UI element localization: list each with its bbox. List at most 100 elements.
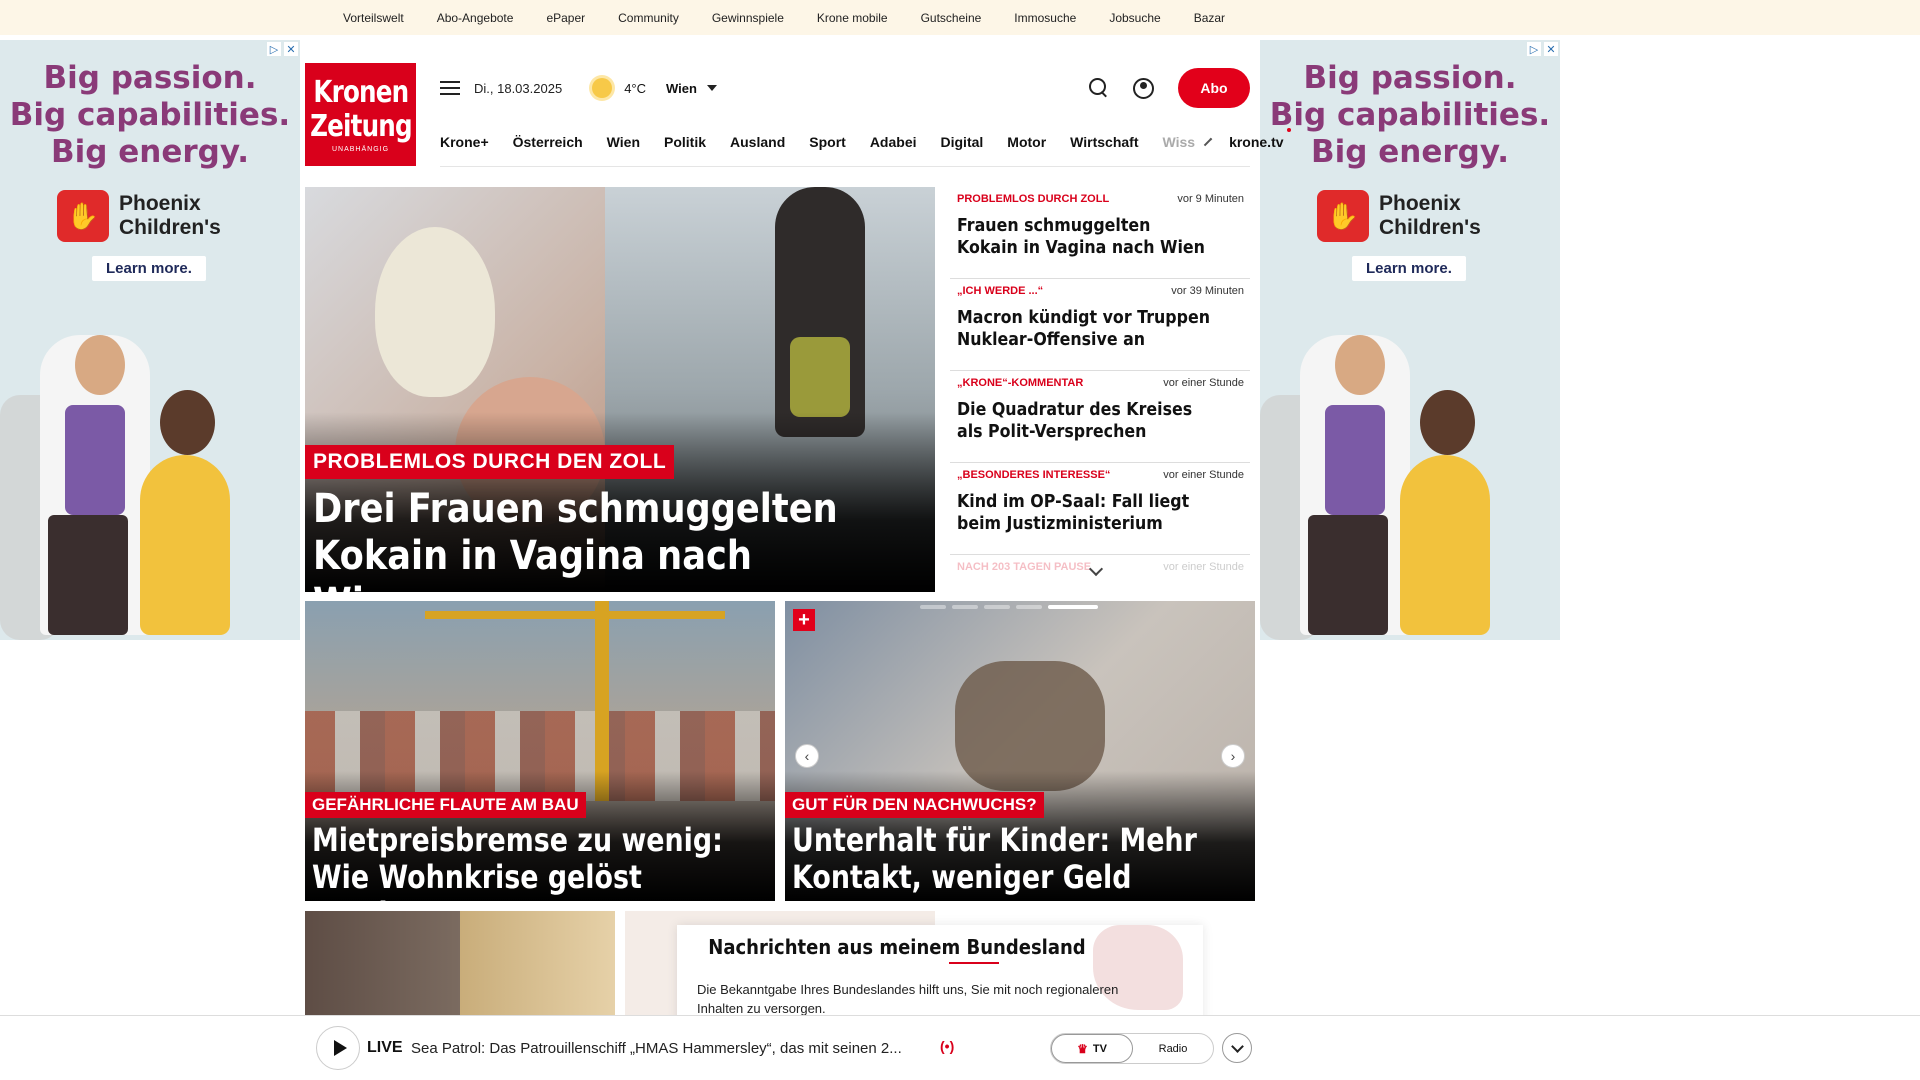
- list-item[interactable]: „BESONDERES INTERESSE“ vor einer Stunde K…: [950, 463, 1250, 555]
- ad-controls: ▷ ✕: [267, 42, 298, 56]
- radio-tab[interactable]: Radio: [1133, 1034, 1213, 1063]
- list-item-time: vor einer Stunde: [1163, 561, 1244, 573]
- ad-learn-more-button[interactable]: Learn more.: [92, 256, 206, 281]
- nav-item-krone-plus[interactable]: Krone+: [440, 134, 489, 150]
- temperature: 4°C: [624, 80, 647, 96]
- hero-kicker: PROBLEMLOS DURCH DEN ZOLL: [305, 445, 675, 479]
- main-navigation: Krone+ Österreich Wien Politik Ausland S…: [440, 117, 1292, 167]
- list-item-title[interactable]: Kind im OP-Saal: Fall liegt beim Justizm…: [957, 491, 1212, 535]
- ad-headline-line: Big energy.: [1311, 134, 1509, 170]
- adchoices-icon[interactable]: ▷: [1527, 42, 1541, 56]
- regional-description: Die Bekanntgabe Ihres Bundeslandes hilft…: [697, 982, 1119, 1016]
- ad-learn-more-button[interactable]: Learn more.: [1352, 256, 1466, 281]
- tile-title[interactable]: Unterhalt für Kinder: Mehr Kontakt, weni…: [792, 822, 1229, 896]
- ad-headline-line: Big energy.: [51, 134, 249, 170]
- ad-photo: [0, 295, 300, 640]
- article-tile[interactable]: GEFÄHRLICHE FLAUTE AM BAU Mietpreisbrems…: [305, 601, 775, 901]
- hero-article[interactable]: PROBLEMLOS DURCH DEN ZOLL Drei Frauen sc…: [305, 187, 935, 592]
- list-item-title[interactable]: Die Quadratur des Kreises als Polit-Vers…: [957, 399, 1212, 443]
- close-icon[interactable]: ✕: [1544, 42, 1558, 56]
- nav-item-wissen[interactable]: Wiss: [1163, 134, 1196, 150]
- adchoices-icon[interactable]: ▷: [267, 42, 281, 56]
- hero-title[interactable]: Drei Frauen schmuggelten Kokain in Vagin…: [313, 486, 850, 592]
- list-item-time: vor einer Stunde: [1163, 377, 1244, 389]
- nav-item-adabei[interactable]: Adabei: [870, 134, 917, 150]
- chevron-down-icon[interactable]: [706, 85, 717, 91]
- ad-headline: Big passion. Big capabilities. Big energ…: [1260, 60, 1560, 171]
- list-item-time: vor 9 Minuten: [1177, 193, 1244, 205]
- ad-controls: ▷ ✕: [1527, 42, 1558, 56]
- current-date: Di., 18.03.2025: [474, 80, 563, 96]
- list-item-title[interactable]: Frauen schmuggelten Kokain in Vagina nac…: [957, 215, 1212, 259]
- nav-item-wirtschaft[interactable]: Wirtschaft: [1070, 134, 1138, 150]
- now-playing-title[interactable]: Sea Patrol: Das Patrouillenschiff „HMAS …: [411, 1040, 931, 1057]
- list-item-time: vor einer Stunde: [1163, 469, 1244, 481]
- nav-item-digital[interactable]: Digital: [941, 134, 984, 150]
- list-item[interactable]: PROBLEMLOS DURCH ZOLL vor 9 Minuten Fraue…: [950, 187, 1250, 279]
- tile-kicker: GEFÄHRLICHE FLAUTE AM BAU: [305, 792, 586, 818]
- list-item-kicker: PROBLEMLOS DURCH ZOLL: [957, 193, 1110, 205]
- carousel-prev-button[interactable]: ‹: [795, 744, 819, 768]
- nav-item-oesterreich[interactable]: Österreich: [513, 134, 583, 150]
- tv-tab-label: TV: [1092, 1042, 1107, 1055]
- tile-kicker: GUT FÜR DEN NACHWUCHS?: [785, 792, 1044, 818]
- play-button[interactable]: [316, 1026, 360, 1070]
- article-carousel[interactable]: + ‹ › GUT FÜR DEN NACHWUCHS? Unterhalt f…: [785, 601, 1255, 901]
- menu-icon[interactable]: [440, 81, 460, 95]
- left-ad-banner[interactable]: ▷ ✕ Big passion. Big capabilities. Big e…: [0, 40, 300, 640]
- abo-button[interactable]: Abo: [1178, 68, 1250, 108]
- list-item-kicker: „KRONE“-KOMMENTAR: [957, 377, 1084, 389]
- list-item-time: vor 39 Minuten: [1171, 285, 1244, 297]
- krone-plus-icon: +: [793, 609, 815, 631]
- tv-tab[interactable]: ♛ TV: [1051, 1034, 1133, 1063]
- utility-link-krone-mobile[interactable]: Krone mobile: [817, 11, 888, 25]
- list-item-kicker: „BESONDERES INTERESSE“: [957, 469, 1111, 481]
- utility-link-community[interactable]: Community: [618, 11, 679, 25]
- crown-icon: ♛: [1077, 1041, 1088, 1056]
- list-item-kicker: NACH 203 TAGEN PAUSE: [957, 561, 1092, 573]
- utility-link-epaper[interactable]: ePaper: [546, 11, 585, 25]
- kronen-zeitung-logo[interactable]: Kronen Zeitung UNABHÄNGIG: [305, 63, 416, 166]
- tile-title[interactable]: Mietpreisbremse zu wenig: Wie Wohnkrise …: [312, 822, 749, 902]
- tv-radio-toggle[interactable]: ♛ TV Radio: [1050, 1033, 1214, 1064]
- regional-title: Nachrichten aus meinem Bundesland: [708, 935, 1086, 959]
- list-item[interactable]: „KRONE“-KOMMENTAR vor einer Stunde Die Qu…: [950, 371, 1250, 463]
- nav-item-krone-tv[interactable]: krone.tv: [1229, 127, 1292, 150]
- nav-item-sport[interactable]: Sport: [809, 134, 846, 150]
- expand-player-button[interactable]: [1222, 1033, 1252, 1063]
- ad-brand-name: Phoenix: [1379, 192, 1461, 215]
- ad-brand: ✋ Phoenix Children's: [1317, 190, 1481, 242]
- user-account-icon[interactable]: [1133, 77, 1154, 99]
- utility-link-gutscheine[interactable]: Gutscheine: [921, 11, 982, 25]
- ad-headline-line: Big capabilities.: [9, 97, 291, 133]
- list-item[interactable]: „ICH WERDE ...“ vor 39 Minuten Macron kün…: [950, 279, 1250, 371]
- utility-link-gewinnspiele[interactable]: Gewinnspiele: [712, 11, 784, 25]
- ad-headline-line: Big passion.: [43, 60, 257, 96]
- chevron-right-icon[interactable]: [1203, 137, 1213, 146]
- utility-link-bazar[interactable]: Bazar: [1194, 11, 1225, 25]
- nav-item-ausland[interactable]: Ausland: [730, 134, 785, 150]
- nav-item-wien[interactable]: Wien: [607, 134, 640, 150]
- city-selector[interactable]: Wien: [666, 81, 697, 96]
- utility-link-immosuche[interactable]: Immosuche: [1014, 11, 1076, 25]
- ad-headline-line: Big capabilities.: [1269, 97, 1551, 133]
- close-icon[interactable]: ✕: [284, 42, 298, 56]
- search-icon[interactable]: [1089, 78, 1109, 98]
- logo-tagline: UNABHÄNGIG: [331, 146, 390, 153]
- ad-brand-name: Phoenix: [119, 192, 201, 215]
- carousel-next-button[interactable]: ›: [1221, 744, 1245, 768]
- live-label: LIVE: [367, 1039, 403, 1056]
- utility-link-abo-angebote[interactable]: Abo-Angebote: [437, 11, 514, 25]
- sun-icon: [592, 78, 613, 98]
- ad-brand: ✋ Phoenix Children's: [57, 190, 221, 242]
- live-player-bar: LIVE Sea Patrol: Das Patrouillenschiff „…: [0, 1015, 1920, 1080]
- utility-link-jobsuche[interactable]: Jobsuche: [1109, 11, 1160, 25]
- list-item-title[interactable]: Macron kündigt vor Truppen Nuklear-Offen…: [957, 307, 1212, 351]
- broadcast-icon: (•): [940, 1038, 955, 1054]
- nav-item-politik[interactable]: Politik: [664, 134, 706, 150]
- utility-link-vorteilswelt[interactable]: Vorteilswelt: [343, 11, 404, 25]
- header-bar: Di., 18.03.2025 4°C Wien Abo: [440, 63, 1250, 113]
- ad-headline-line: Big passion.: [1303, 60, 1517, 96]
- right-ad-banner[interactable]: ▷ ✕ Big passion. Big capabilities. Big e…: [1260, 40, 1560, 640]
- nav-item-motor[interactable]: Motor: [1007, 134, 1046, 150]
